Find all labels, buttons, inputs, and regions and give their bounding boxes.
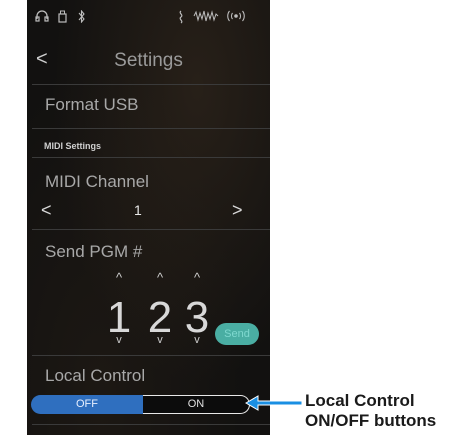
section-label: MIDI Settings	[44, 141, 102, 151]
callout-line-1: Local Control	[305, 391, 415, 410]
digit-1-up-button[interactable]: ^	[104, 270, 134, 285]
digit-2-down-button[interactable]: v	[145, 334, 175, 346]
local-control-off-button[interactable]: OFF	[31, 395, 143, 414]
channel-next-button[interactable]: >	[232, 200, 243, 221]
callout-arrow-icon	[245, 395, 303, 411]
send-pgm-label: Send PGM #	[45, 242, 143, 261]
divider	[32, 84, 270, 85]
metronome-icon	[177, 10, 185, 27]
local-control-toggle: OFF ON	[31, 395, 270, 414]
divider	[32, 128, 270, 129]
device-screen: < Settings Format USB MIDI Settings MIDI…	[27, 0, 270, 435]
digit-3-up-button[interactable]: ^	[182, 270, 212, 285]
midi-channel-label: MIDI Channel	[45, 172, 149, 191]
bluetooth-icon	[78, 9, 86, 26]
channel-prev-button[interactable]: <	[41, 200, 52, 221]
format-usb-item[interactable]: Format USB	[45, 95, 139, 115]
digit-1-down-button[interactable]: v	[104, 334, 134, 346]
digit-3-down-button[interactable]: v	[182, 334, 212, 346]
digit-2-up-button[interactable]: ^	[145, 270, 175, 285]
wireless-icon	[226, 10, 246, 25]
callout-label: Local Control ON/OFF buttons	[305, 391, 436, 431]
local-control-label: Local Control	[45, 366, 146, 385]
local-control-on-button[interactable]: ON	[143, 395, 250, 414]
midi-channel-value: 1	[134, 202, 142, 218]
send-button[interactable]: Send	[215, 323, 259, 345]
header: < Settings	[27, 42, 270, 82]
divider	[32, 355, 270, 356]
divider	[32, 424, 270, 425]
usb-icon	[58, 10, 67, 26]
headphones-icon	[35, 10, 49, 25]
page-title: Settings	[114, 50, 183, 71]
divider	[32, 229, 270, 230]
sound-wave-icon	[193, 10, 219, 25]
divider	[32, 157, 270, 158]
status-bar	[27, 6, 270, 32]
callout-line-2: ON/OFF buttons	[305, 411, 437, 430]
